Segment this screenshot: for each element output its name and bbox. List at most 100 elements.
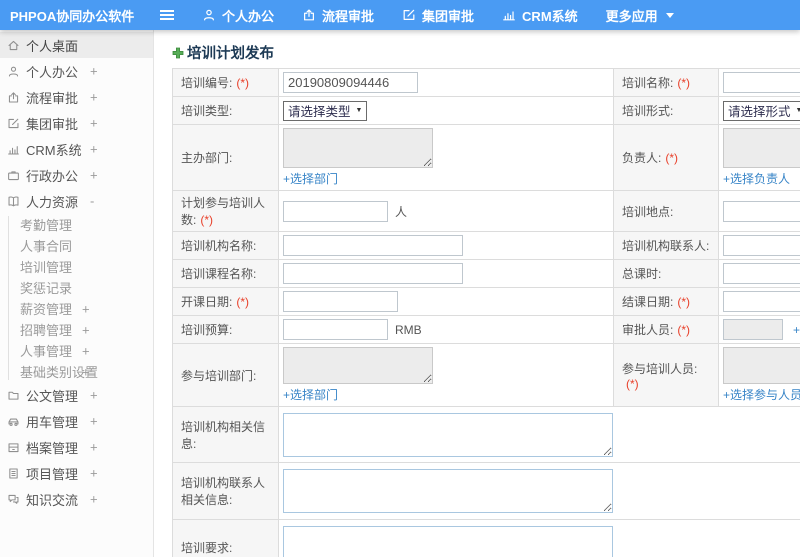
plus-icon: [172, 47, 184, 58]
chat-icon: [8, 494, 19, 504]
sidebar-subitem-personnel[interactable]: 人事管理 +: [0, 340, 153, 361]
sidebar-item-projects[interactable]: 项目管理 +: [0, 460, 153, 486]
org-info-textarea[interactable]: [283, 412, 613, 457]
start-date-input[interactable]: [283, 291, 398, 312]
required-mark: (*): [236, 76, 250, 90]
org-contact-input[interactable]: [723, 235, 800, 256]
sidebar-item-label: 项目管理: [26, 466, 79, 482]
sidebar-item-vehicle[interactable]: 用车管理 +: [0, 408, 153, 434]
sidebar-item-personal-office[interactable]: 个人办公 +: [0, 58, 153, 84]
expand-plus-icon[interactable]: +: [90, 492, 98, 507]
nav-personal-office[interactable]: 个人办公: [202, 6, 274, 25]
location-input[interactable]: [723, 200, 800, 222]
sidebar-item-process-approval[interactable]: 流程审批 +: [0, 84, 153, 110]
training-no-input[interactable]: [283, 72, 418, 93]
required-mark: (*): [200, 213, 214, 227]
sidebar: 个人桌面 个人办公 + 流程审批 + 集团审批 + CRM系统 + 行政办公 +…: [0, 30, 154, 557]
planned-count-input[interactable]: [283, 200, 388, 222]
expand-plus-icon[interactable]: +: [90, 90, 98, 105]
org-contact-info-label: 培训机构联系人相关信息:: [181, 476, 266, 507]
sidebar-subitem-rewards[interactable]: 奖惩记录: [0, 277, 153, 298]
org-contact-info-textarea[interactable]: [283, 469, 613, 513]
end-date-input[interactable]: [723, 291, 800, 312]
nav-label: 流程审批: [322, 8, 375, 24]
training-form-select[interactable]: 请选择形式 ▼: [723, 100, 800, 121]
org-name-input[interactable]: [283, 235, 463, 256]
total-hours-input[interactable]: [723, 263, 800, 284]
expand-plus-icon[interactable]: +: [90, 168, 98, 183]
expand-plus-icon[interactable]: +: [90, 142, 98, 157]
hr-submenu: 考勤管理 人事合同 培训管理 奖惩记录 薪资管理 + 招聘管理 + 人事管理 +…: [0, 214, 153, 382]
sidebar-subitem-training[interactable]: 培训管理: [0, 256, 153, 277]
select-dept-link[interactable]: +选择部门: [283, 170, 338, 187]
nav-label: 集团审批: [422, 8, 475, 24]
sidebar-subitem-base-category[interactable]: 基础类别设置 +: [0, 361, 153, 382]
user-icon: [204, 9, 214, 21]
host-dept-label: 主办部门:: [181, 151, 233, 165]
sidebar-subitem-salary[interactable]: 薪资管理 +: [0, 298, 153, 319]
sidebar-item-group-approval[interactable]: 集团审批 +: [0, 110, 153, 136]
host-dept-textarea[interactable]: [283, 128, 433, 168]
approver-input[interactable]: [723, 319, 783, 340]
expand-plus-icon[interactable]: +: [82, 364, 90, 379]
expand-plus-icon[interactable]: +: [90, 466, 98, 481]
approver-label: 审批人员:: [622, 323, 674, 337]
sidebar-subitem-label: 薪资管理: [20, 302, 73, 317]
expand-plus-icon[interactable]: +: [82, 301, 90, 316]
sidebar-item-knowledge[interactable]: 知识交流 +: [0, 486, 153, 512]
page-title: 培训计划发布: [187, 46, 274, 62]
sidebar-item-crm[interactable]: CRM系统 +: [0, 136, 153, 162]
form-row: 开课日期: (*) 结课日期: (*): [172, 287, 800, 316]
expand-plus-icon[interactable]: +: [82, 343, 90, 358]
expand-plus-icon[interactable]: +: [90, 414, 98, 429]
form-row: 主办部门: +选择部门 负责人: (*) +选择负责人: [172, 124, 800, 191]
expand-plus-icon[interactable]: +: [90, 440, 98, 455]
form-row: 培训机构联系人相关信息:: [172, 462, 800, 520]
sidebar-item-label: 个人办公: [26, 64, 79, 80]
nav-crm-system[interactable]: CRM系统: [502, 6, 578, 25]
training-form: 培训编号:(*) 培训名称:(*) 培训类型: 请选择类型▼ 培训形式: 请选择…: [172, 68, 800, 557]
hamburger-menu-icon[interactable]: [158, 8, 176, 22]
sidebar-item-desktop[interactable]: 个人桌面: [0, 32, 153, 58]
nav-process-approval[interactable]: 流程审批: [302, 6, 374, 25]
requirements-textarea[interactable]: [283, 525, 613, 557]
training-name-input[interactable]: [723, 72, 800, 93]
book-icon: [8, 195, 19, 206]
sidebar-subitem-hr-contract[interactable]: 人事合同: [0, 235, 153, 256]
training-type-select[interactable]: 请选择类型 ▼: [283, 100, 368, 121]
sidebar-item-label: 档案管理: [26, 440, 79, 456]
sidebar-item-hr[interactable]: 人力资源 -: [0, 188, 153, 214]
sidebar-item-label: 人力资源: [26, 194, 79, 210]
course-name-input[interactable]: [283, 263, 463, 284]
select-participants-link[interactable]: +选择参与人员: [723, 386, 800, 403]
expand-plus-icon[interactable]: +: [90, 64, 98, 79]
budget-input[interactable]: [283, 319, 388, 340]
nav-group-approval[interactable]: 集团审批: [402, 6, 474, 25]
participants-textarea[interactable]: [723, 347, 800, 384]
main-content: 培训计划发布 培训编号:(*) 培训名称:(*) 培训类型: 请选择类型▼ 培训…: [155, 30, 800, 557]
form-row: 培训机构相关信息:: [172, 406, 800, 463]
select-value: 请选择形式: [728, 104, 791, 119]
leader-textarea[interactable]: [723, 128, 800, 168]
requirements-label: 培训要求:: [181, 541, 233, 555]
expand-plus-icon[interactable]: +: [82, 322, 90, 337]
sidebar-item-admin-office[interactable]: 行政办公 +: [0, 162, 153, 188]
end-date-label: 结课日期:: [622, 295, 674, 309]
required-mark: (*): [236, 295, 250, 309]
nav-label: CRM系统: [522, 8, 578, 24]
participating-dept-textarea[interactable]: [283, 347, 433, 384]
sidebar-subitem-recruiting[interactable]: 招聘管理 +: [0, 319, 153, 340]
select-dept-link[interactable]: +选择部门: [283, 386, 338, 403]
sidebar-subitem-attendance[interactable]: 考勤管理: [0, 214, 153, 235]
expand-plus-icon[interactable]: +: [90, 116, 98, 131]
collapse-minus-icon[interactable]: -: [90, 194, 94, 209]
select-approver-link[interactable]: +选择审批人员: [793, 323, 800, 337]
required-mark: (*): [665, 151, 679, 165]
sidebar-item-documents[interactable]: 公文管理 +: [0, 382, 153, 408]
sidebar-subitem-label: 奖惩记录: [20, 281, 73, 296]
sidebar-item-archives[interactable]: 档案管理 +: [0, 434, 153, 460]
select-leader-link[interactable]: +选择负责人: [723, 170, 790, 187]
expand-plus-icon[interactable]: +: [90, 388, 98, 403]
nav-more-apps[interactable]: 更多应用: [606, 6, 674, 25]
archive-icon: [8, 442, 19, 452]
